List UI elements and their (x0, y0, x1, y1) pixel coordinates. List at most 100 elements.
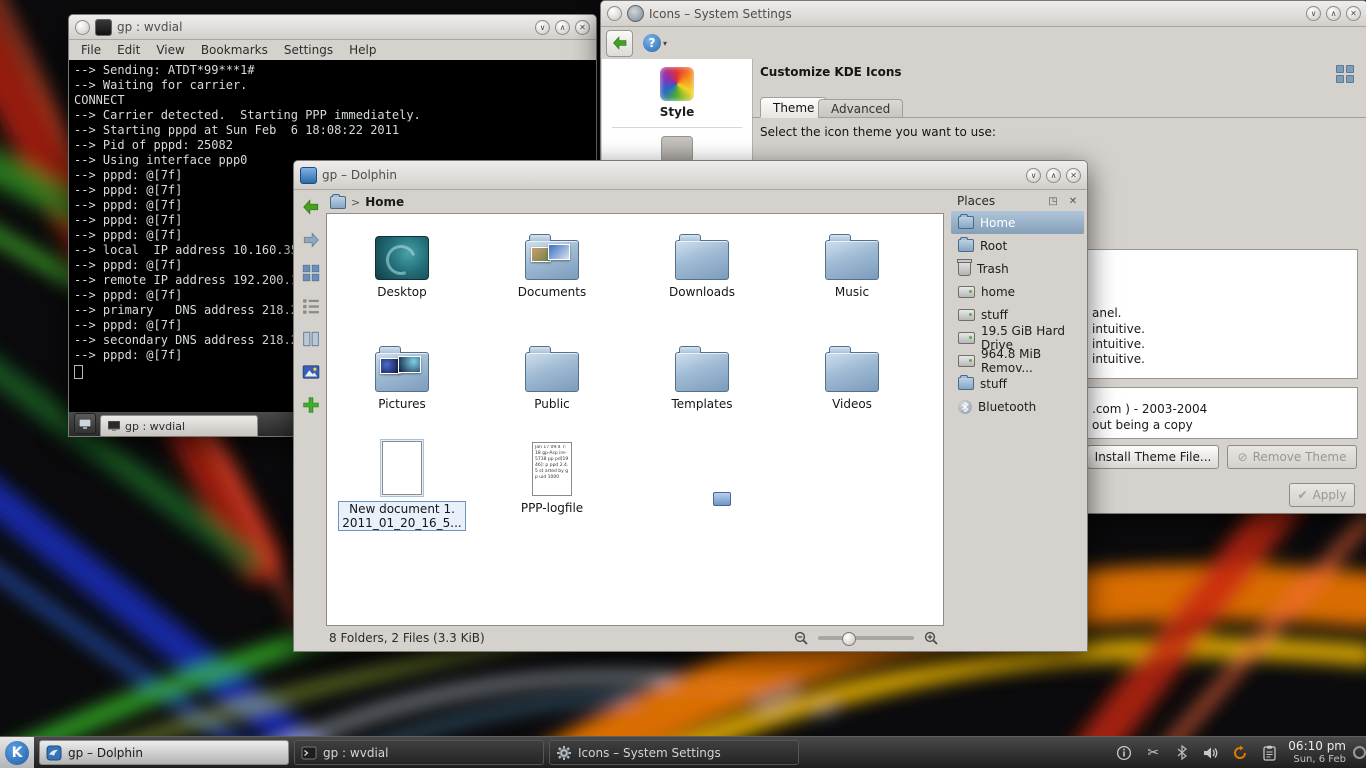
breadcrumb: > Home (326, 191, 404, 213)
file-label: Documents (487, 285, 617, 299)
file-downloads[interactable]: Downloads (637, 222, 767, 299)
file-label: Public (487, 397, 617, 411)
gear-icon (556, 745, 572, 761)
icon-grid-button[interactable] (1336, 65, 1354, 83)
minimize-button[interactable]: ∨ (1026, 168, 1041, 183)
dolphin-task-icon (46, 745, 62, 761)
file-videos[interactable]: Videos (787, 334, 917, 411)
notifications-icon[interactable] (1115, 744, 1133, 762)
places-item-home-partition[interactable]: home (951, 280, 1084, 303)
clock[interactable]: 06:10 pm Sun, 6 Feb (1288, 740, 1346, 764)
menu-settings[interactable]: Settings (276, 43, 341, 57)
sidebar-separator (612, 127, 742, 128)
places-item-root[interactable]: Root (951, 234, 1084, 257)
window-title: Icons – System Settings (649, 7, 792, 21)
window-title: gp – Dolphin (322, 168, 397, 182)
konsole-titlebar[interactable]: gp : wvdial ∨ ∧ ✕ (69, 15, 596, 40)
back-button[interactable] (299, 195, 323, 219)
details-view-icon (302, 297, 320, 315)
task-system-settings[interactable]: Icons – System Settings (549, 740, 799, 765)
menu-bookmarks[interactable]: Bookmarks (193, 43, 276, 57)
places-item-stuff2[interactable]: stuff (951, 372, 1084, 395)
button-label: Install Theme File... (1095, 450, 1212, 464)
volume-icon[interactable] (1202, 744, 1220, 762)
minimize-button[interactable]: ∨ (1306, 6, 1321, 21)
icons-view-button[interactable] (299, 261, 323, 285)
menu-help[interactable]: Help (341, 43, 384, 57)
file-documents[interactable]: Documents (487, 222, 617, 299)
forward-arrow-icon (302, 231, 320, 249)
close-panel-icon[interactable]: ✕ (1066, 194, 1080, 208)
style-icon (660, 67, 694, 101)
details-view-button[interactable] (299, 294, 323, 318)
dolphin-titlebar[interactable]: gp – Dolphin ∨ ∧ ✕ (294, 161, 1087, 190)
file-ppp-logfile[interactable]: Jan 17 09:4 7:18 gp-Asp ire-5738 pp pd[1… (487, 438, 617, 515)
textfile-icon: Jan 17 09:4 7:18 gp-Asp ire-5738 pp pd[1… (532, 442, 572, 496)
sidebar-item-style[interactable]: Style (602, 59, 752, 119)
menu-view[interactable]: View (148, 43, 192, 57)
home-folder-icon[interactable] (330, 196, 346, 209)
zoom-slider[interactable] (818, 636, 914, 640)
clipboard-icon[interactable] (1260, 744, 1278, 762)
file-music[interactable]: Music (787, 222, 917, 299)
file-label: Videos (787, 397, 917, 411)
maximize-button[interactable]: ∧ (555, 20, 570, 35)
kickoff-launcher-button[interactable]: K (0, 737, 34, 768)
tab-advanced[interactable]: Advanced (818, 99, 903, 118)
apply-button[interactable]: ✔ Apply (1289, 483, 1355, 507)
help-button[interactable]: ? ▾ (643, 34, 667, 52)
places-item-bluetooth[interactable]: Bluetooth (951, 395, 1084, 418)
maximize-button[interactable]: ∧ (1046, 168, 1061, 183)
file-pictures[interactable]: Pictures (337, 334, 467, 411)
preview-icon (302, 363, 320, 381)
back-button[interactable] (606, 30, 633, 57)
breadcrumb-home[interactable]: Home (365, 195, 404, 209)
theme-list-text: anel. (1092, 306, 1122, 320)
window-menu-button[interactable] (75, 20, 90, 35)
zoom-out-icon[interactable] (792, 629, 810, 647)
zoom-slider-handle[interactable] (842, 632, 856, 646)
check-icon: ✔ (1298, 488, 1308, 502)
places-item-home[interactable]: Home (951, 211, 1084, 234)
places-item-trash[interactable]: Trash (951, 257, 1084, 280)
close-button[interactable]: ✕ (1066, 168, 1081, 183)
places-label: stuff (981, 308, 1008, 322)
folder-icon (675, 352, 729, 392)
menu-edit[interactable]: Edit (109, 43, 148, 57)
dolphin-file-view[interactable]: Desktop Documents Downloads Music (326, 213, 944, 626)
chevron-down-icon: ▾ (663, 39, 667, 48)
preview-button[interactable] (299, 360, 323, 384)
menu-file[interactable]: File (73, 43, 109, 57)
float-panel-icon[interactable]: ◳ (1046, 194, 1060, 208)
places-label: Bluetooth (978, 400, 1036, 414)
remove-theme-button[interactable]: ⊘ Remove Theme (1227, 445, 1357, 469)
panel-toolbox-button[interactable] (1352, 737, 1366, 768)
keep-above-button[interactable] (607, 6, 622, 21)
sidebar-item-workspace[interactable] (602, 136, 752, 162)
split-view-button[interactable] (299, 393, 323, 417)
columns-view-button[interactable] (299, 327, 323, 351)
settings-titlebar[interactable]: Icons – System Settings ∨ ∧ ✕ (601, 1, 1366, 27)
task-konsole[interactable]: gp : wvdial (294, 740, 544, 765)
klipper-scissors-icon[interactable]: ✂ (1144, 744, 1162, 762)
zoom-in-icon[interactable] (922, 629, 940, 647)
terminal-line: --> Waiting for carrier. (74, 78, 596, 93)
places-item-removable[interactable]: 964.8 MiB Remov... (951, 349, 1084, 372)
close-button[interactable]: ✕ (1346, 6, 1361, 21)
maximize-button[interactable]: ∧ (1326, 6, 1341, 21)
install-theme-button[interactable]: Install Theme File... (1087, 445, 1219, 469)
new-tab-button[interactable] (74, 413, 96, 434)
file-desktop[interactable]: Desktop (337, 222, 467, 299)
terminal-tab[interactable]: gp : wvdial (100, 415, 258, 436)
forward-button[interactable] (299, 228, 323, 252)
updates-icon[interactable] (1231, 744, 1249, 762)
file-new-document[interactable]: New document 1. 2011_01_20_16_5... (337, 438, 467, 531)
close-button[interactable]: ✕ (575, 20, 590, 35)
minimize-button[interactable]: ∨ (535, 20, 550, 35)
file-templates[interactable]: Templates (637, 334, 767, 411)
theme-description-text: out being a copy (1092, 418, 1193, 432)
dolphin-window: gp – Dolphin ∨ ∧ ✕ > Home (293, 160, 1088, 652)
file-public[interactable]: Public (487, 334, 617, 411)
bluetooth-tray-icon[interactable] (1173, 744, 1191, 762)
task-dolphin[interactable]: gp – Dolphin (39, 740, 289, 765)
